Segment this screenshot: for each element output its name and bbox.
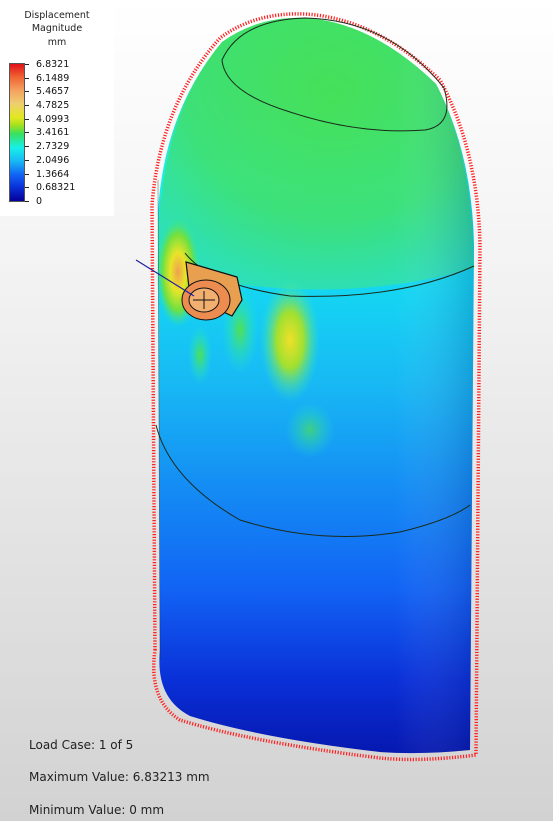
- minimum-value-text: Minimum Value: 0 mm: [29, 803, 165, 817]
- load-case-text: Load Case: 1 of 5: [29, 738, 134, 752]
- body-shading: [158, 17, 474, 754]
- maximum-value-text: Maximum Value: 6.83213 mm: [29, 770, 210, 784]
- model-viewport[interactable]: [0, 0, 553, 821]
